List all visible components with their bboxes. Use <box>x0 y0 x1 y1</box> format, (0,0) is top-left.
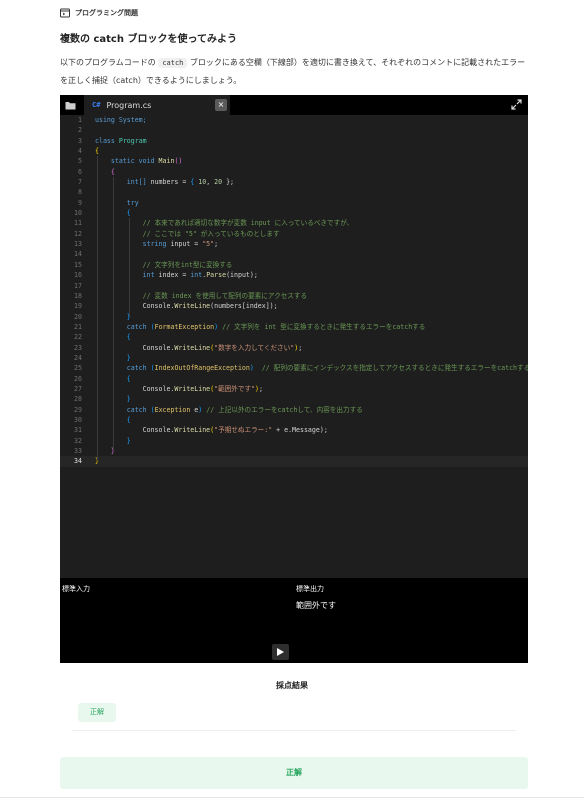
result-status-badge: 正解 <box>78 703 116 722</box>
grading-result-title: 採点結果 <box>276 681 308 690</box>
code-line: 2 <box>78 126 82 135</box>
code-line: 23 Console.WriteLine("数字を入力してください"); <box>74 343 303 352</box>
code-line: 18 // 変数 index を使用して配列の要素にアクセスする <box>74 291 308 300</box>
code-line: 32 } <box>74 436 131 445</box>
code-line: 6 { <box>78 167 115 176</box>
code-line: 16 int index = int.Parse(input); <box>74 271 258 280</box>
code-line: 4{ <box>78 147 99 156</box>
page-title: 複数の catch ブロックを使ってみよう <box>60 34 237 45</box>
indent-guide <box>129 218 130 316</box>
code-line: 3 class Program <box>78 136 147 145</box>
final-result-banner: 正解 <box>60 757 528 789</box>
stdout-value: 範囲外です <box>296 601 336 610</box>
code-line: 31 Console.WriteLine("予期せぬエラー:" + e.Mess… <box>74 426 328 435</box>
problem-category: プログラミング問題 <box>60 8 138 18</box>
code-line: 33 } <box>74 447 115 455</box>
code-line: 19 Console.WriteLine(numbers[index]); <box>74 302 278 311</box>
code-line: 27 Console.WriteLine("範囲外です"); <box>74 384 264 393</box>
code-line: 22 { <box>74 333 131 342</box>
code-line: 21 catch (FormatException) // 文字列を int 型… <box>74 322 426 331</box>
code-editor: C# Program.cs × 1 using System; 2 3 class … <box>60 95 528 663</box>
code-line: 1 using System; <box>78 116 147 124</box>
divider <box>72 730 516 731</box>
code-line: 28 } <box>74 395 131 404</box>
code-line: 17 <box>74 281 82 290</box>
expand-icon[interactable] <box>511 99 522 110</box>
code-line: 8 <box>78 188 82 197</box>
code-line: 14 <box>74 250 82 259</box>
code-line: 26 { <box>74 374 131 383</box>
csharp-icon: C# <box>92 101 101 109</box>
code-lines: 1 using System; 2 3 class Program 4{ 5 sta… <box>60 115 528 467</box>
indent-guide <box>113 177 114 451</box>
problem-category-label: プログラミング問題 <box>75 9 138 17</box>
stdin-label: 標準入力 <box>62 585 90 593</box>
code-line: 12 // ここでは "5" が入っているものとします <box>74 229 280 238</box>
indent-guide <box>97 156 98 461</box>
code-line: 7 int[] numbers = { 10, 20 }; <box>78 178 235 187</box>
run-button[interactable] <box>272 644 289 660</box>
editor-tabbar: C# Program.cs × <box>60 95 528 115</box>
stdout-label: 標準出力 <box>296 585 324 593</box>
code-area[interactable]: 1 using System; 2 3 class Program 4{ 5 sta… <box>60 115 528 576</box>
folder-icon[interactable] <box>65 100 76 111</box>
code-line: 30 { <box>74 415 131 424</box>
code-line: 5 static void Main() <box>78 157 183 166</box>
tab-program-cs[interactable]: C# Program.cs × <box>84 95 230 115</box>
problem-description: 以下のプログラムコードの catch ブロックにある空欄（下線部）を適切に書き換… <box>60 58 526 85</box>
code-line: 9 try <box>78 198 139 207</box>
code-line: 13 string input = "5"; <box>74 240 219 249</box>
io-panel: 標準入力 標準出力 範囲外です <box>60 578 528 663</box>
code-line: 20 } <box>74 312 131 321</box>
close-icon[interactable]: × <box>215 99 227 111</box>
code-line-active: 34} <box>60 456 528 467</box>
code-line: 10 { <box>74 209 131 218</box>
code-window-icon <box>60 8 70 18</box>
code-line: 25 catch (IndexOutOfRangeException) // 配… <box>74 364 528 373</box>
play-icon <box>277 648 284 656</box>
tab-filename: Program.cs <box>106 100 152 110</box>
code-line: 29 catch (Exception e) // 上記以外のエラーをcatch… <box>74 405 363 414</box>
page-bottom-border <box>0 797 584 798</box>
code-line: 24 } <box>74 353 131 362</box>
code-line: 15 // 文字列をint型に変換する <box>74 260 233 269</box>
code-line: 11 // 本来であれば適切な数字が変数 input に入っているべきですが、 <box>74 219 354 228</box>
inline-code: catch <box>158 58 188 68</box>
